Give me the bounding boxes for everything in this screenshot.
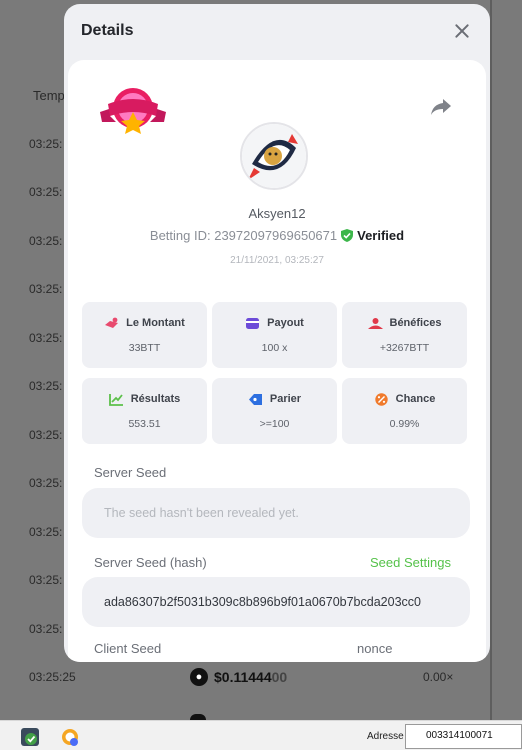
bet-details-card: Aksyen12 Betting ID: 23972097969650671 V…	[68, 60, 486, 662]
shield-check-icon	[341, 229, 354, 242]
time-cell: 03:25:	[29, 331, 63, 345]
app-icon[interactable]	[60, 727, 80, 747]
stat-value: >=100	[259, 417, 290, 430]
stat-amount: Le Montant 33BTT	[82, 302, 207, 368]
time-cell: 03:25:	[29, 525, 63, 539]
bet-datetime: 21/11/2021, 03:25:27	[230, 255, 324, 266]
avatar	[240, 122, 308, 190]
profit-icon	[367, 317, 383, 329]
time-cell: 03:25:	[29, 185, 63, 199]
scrollbar[interactable]	[490, 0, 492, 720]
coin-icon: ●	[190, 668, 208, 686]
time-cell: 03:25:	[29, 622, 63, 636]
time-cell: 03:25:25	[29, 670, 76, 684]
stat-value: 553.51	[128, 417, 161, 430]
stat-results: Résultats 553.51	[82, 378, 207, 444]
stat-label: Parier	[269, 393, 302, 405]
time-cell: 03:25:	[29, 428, 63, 442]
amount-cell: ● $0.11444 00	[190, 668, 287, 686]
time-cell: 03:25:	[29, 137, 63, 151]
stat-value: 0.99%	[389, 417, 420, 430]
betting-id-row: Betting ID: 23972097969650671 Verified	[68, 228, 486, 243]
percent-icon	[374, 392, 388, 406]
stat-chance: Chance 0.99%	[342, 378, 467, 444]
stat-value: 100 x	[261, 341, 288, 354]
stat-label: Bénéfices	[389, 317, 442, 329]
rocket-dog-avatar-icon	[242, 124, 306, 188]
time-cell: 03:25:	[29, 282, 63, 296]
details-modal: Details Aksyen12 Betting ID: 23972097969…	[64, 4, 490, 662]
betting-id: Betting ID: 23972097969650671	[149, 228, 338, 243]
nonce-label: nonce	[357, 641, 393, 656]
share-icon[interactable]	[430, 98, 452, 116]
username: Aksyen12	[248, 206, 306, 221]
wallet-icon	[246, 317, 260, 329]
time-cell: 03:25:	[29, 573, 63, 587]
time-cell: 03:25:	[29, 476, 63, 490]
coins-icon	[105, 317, 119, 328]
stat-payout: Payout 100 x	[212, 302, 337, 368]
security-check-icon[interactable]	[20, 727, 40, 747]
server-seed-hash-field[interactable]: ada86307b2f5031b309c8b896b9f01a0670b7bcd…	[82, 577, 470, 627]
taskbar: Adresse 003314100071	[0, 720, 522, 750]
tag-icon	[248, 393, 262, 405]
close-icon[interactable]	[452, 21, 472, 41]
server-seed-field[interactable]: The seed hasn't been revealed yet.	[82, 488, 470, 538]
stats-grid: Le Montant 33BTT Payout 100 x Bénéfices …	[82, 302, 472, 444]
chart-up-icon	[108, 393, 123, 406]
stat-label: Payout	[267, 317, 304, 329]
server-seed-hash-label: Server Seed (hash)	[94, 555, 207, 570]
time-cell: 03:25:	[29, 234, 63, 248]
verified-badge: Verified	[341, 228, 404, 243]
payout-cell: 0.00×	[423, 670, 454, 684]
stat-bet: Parier >=100	[212, 378, 337, 444]
amount-value: $0.11444	[214, 669, 272, 685]
amount-value-faded: 00	[271, 669, 288, 685]
time-cell: 03:25:	[29, 379, 63, 393]
address-field[interactable]: 003314100071	[405, 724, 522, 749]
stat-value: 33BTT	[128, 341, 161, 354]
column-header: Temp	[33, 88, 65, 103]
stat-label: Le Montant	[126, 317, 185, 329]
stat-value: +3267BTT	[379, 341, 430, 354]
verified-label: Verified	[357, 228, 405, 243]
stat-profit: Bénéfices +3267BTT	[342, 302, 467, 368]
win-badge-icon	[100, 88, 166, 134]
seed-settings-link[interactable]: Seed Settings	[370, 555, 451, 570]
stat-label: Résultats	[130, 393, 181, 405]
modal-title: Details	[81, 22, 134, 39]
server-seed-label: Server Seed	[94, 465, 167, 480]
client-seed-label: Client Seed	[94, 641, 162, 656]
modal-header: Details	[64, 4, 490, 58]
stat-label: Chance	[395, 393, 436, 405]
address-label: Adresse	[367, 731, 404, 742]
